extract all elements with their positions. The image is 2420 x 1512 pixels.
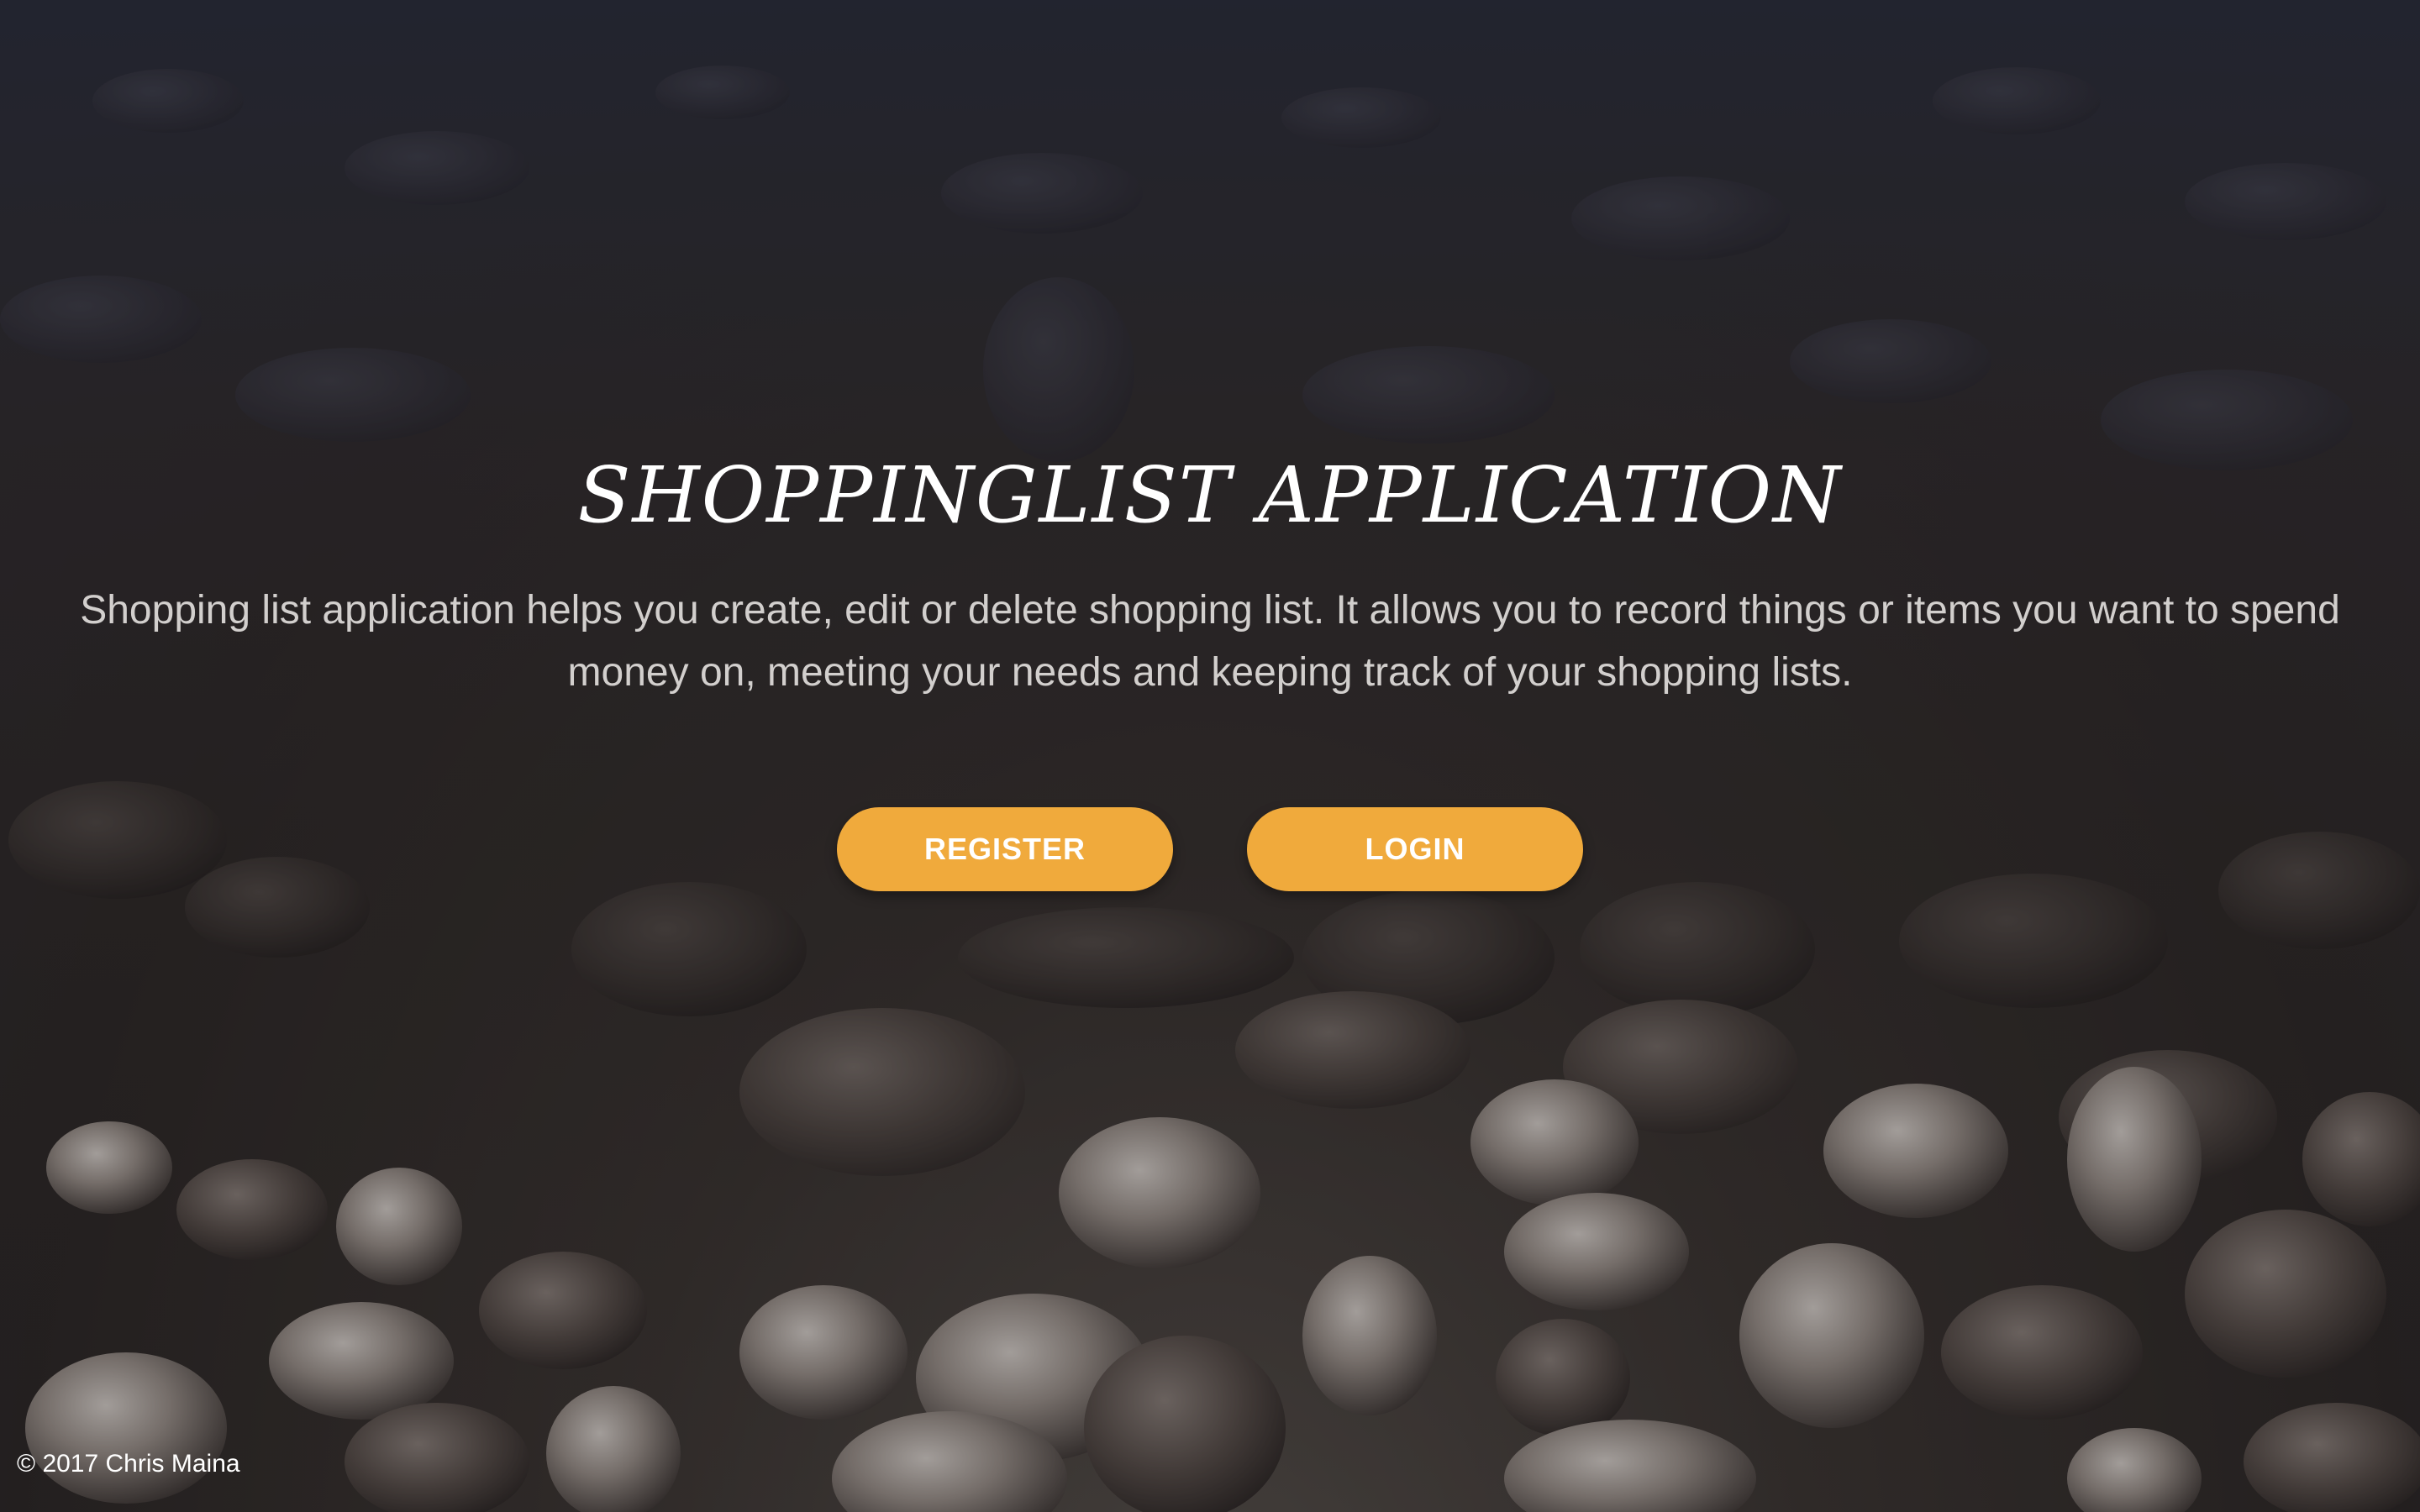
app-description: Shopping list application helps you crea…: [80, 588, 2340, 695]
page-title: SHOPPINGLIST APPLICATION: [577, 450, 1843, 540]
background-dim-overlay: [0, 0, 2420, 1512]
hero-section: SHOPPINGLIST APPLICATION Shopping list a…: [0, 437, 2420, 704]
login-button[interactable]: LOGIN: [1247, 807, 1583, 891]
footer-copyright: © 2017 Chris Maina: [17, 1450, 240, 1478]
register-button[interactable]: REGISTER: [837, 807, 1173, 891]
auth-actions: REGISTER LOGIN: [0, 807, 2420, 891]
